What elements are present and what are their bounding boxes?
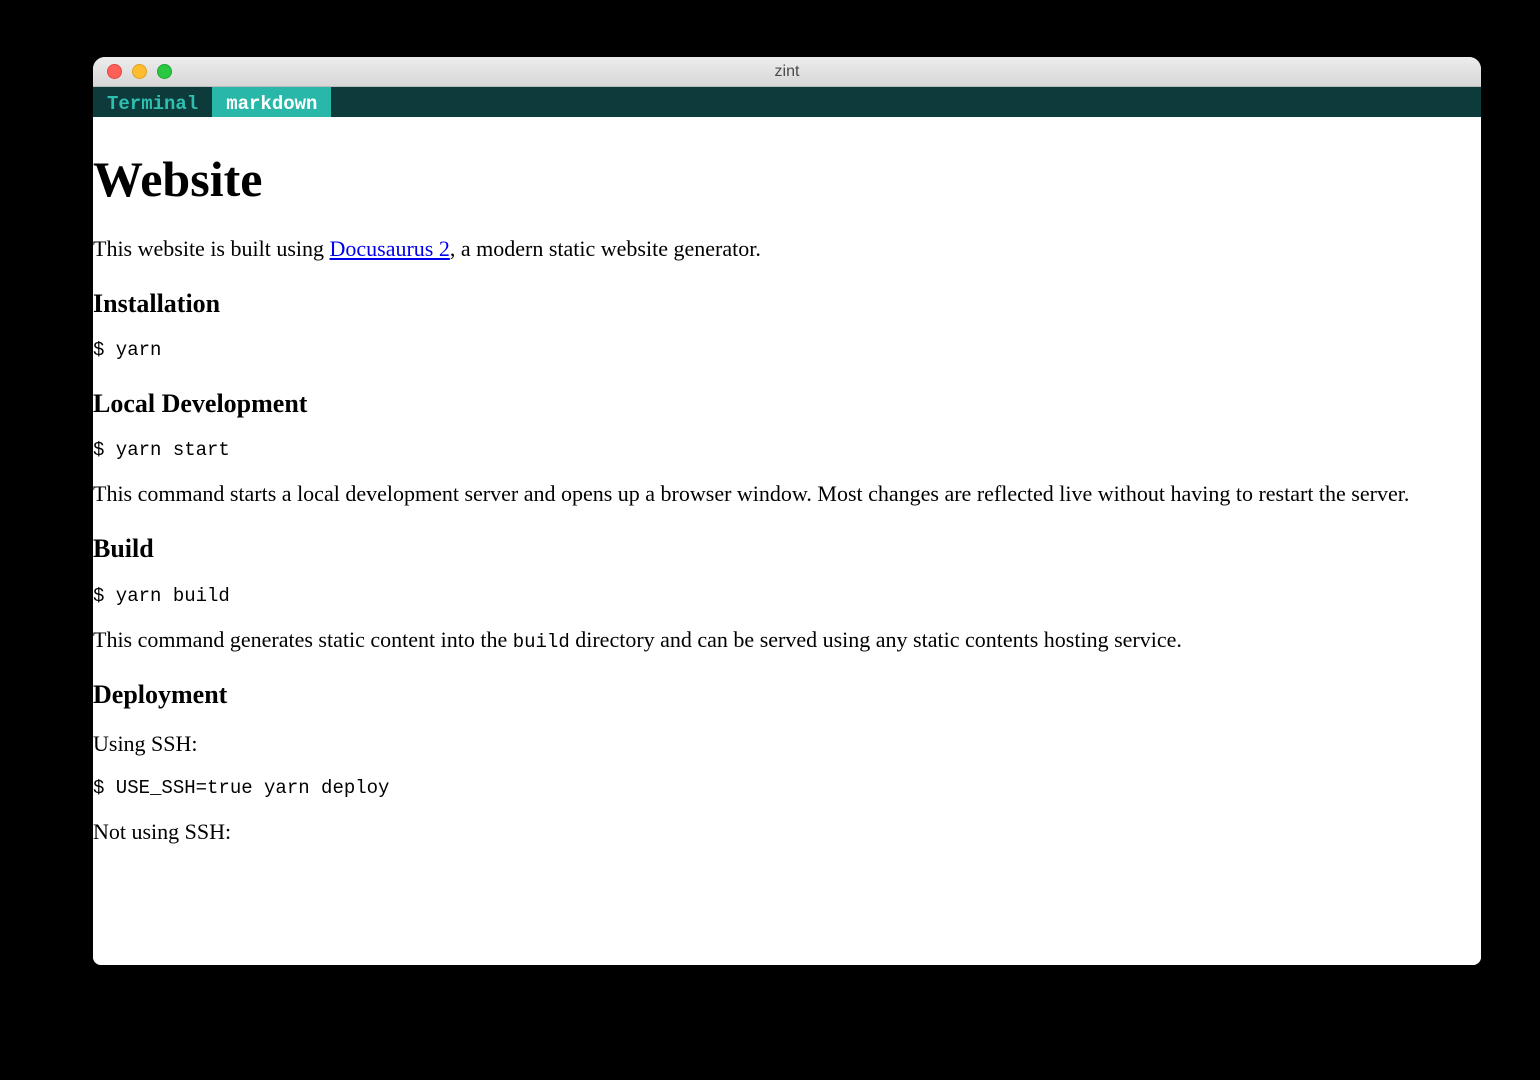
intro-paragraph: This website is built using Docusaurus 2… (93, 235, 1481, 263)
heading-deployment: Deployment (93, 678, 1481, 711)
docusaurus-link[interactable]: Docusaurus 2 (330, 236, 450, 261)
tab-terminal[interactable]: Terminal (93, 87, 212, 117)
heading-build: Build (93, 532, 1481, 565)
code-deploy-ssh: $ USE_SSH=true yarn deploy (93, 776, 1481, 800)
code-build: $ yarn build (93, 584, 1481, 608)
window-title: zint (93, 63, 1481, 81)
intro-text-after: , a modern static website generator. (450, 236, 761, 261)
doc-title: Website (93, 147, 1481, 211)
heading-local-development: Local Development (93, 387, 1481, 420)
tab-bar: Terminal markdown (93, 87, 1481, 117)
tab-markdown[interactable]: markdown (212, 87, 331, 117)
inline-code-build: build (513, 631, 570, 653)
heading-installation: Installation (93, 287, 1481, 320)
markdown-viewport[interactable]: Website This website is built using Docu… (93, 117, 1481, 965)
desc-local-development: This command starts a local development … (93, 480, 1481, 508)
deploy-using-ssh: Using SSH: (93, 730, 1481, 758)
titlebar[interactable]: zint (93, 57, 1481, 87)
app-window: zint Terminal markdown Website This webs… (93, 57, 1481, 965)
desc-build-before: This command generates static content in… (93, 627, 513, 652)
code-local-development: $ yarn start (93, 438, 1481, 462)
code-installation: $ yarn (93, 338, 1481, 362)
desc-build-after: directory and can be served using any st… (570, 627, 1182, 652)
desc-build: This command generates static content in… (93, 626, 1481, 654)
intro-text-before: This website is built using (93, 236, 330, 261)
deploy-not-using-ssh: Not using SSH: (93, 818, 1481, 846)
